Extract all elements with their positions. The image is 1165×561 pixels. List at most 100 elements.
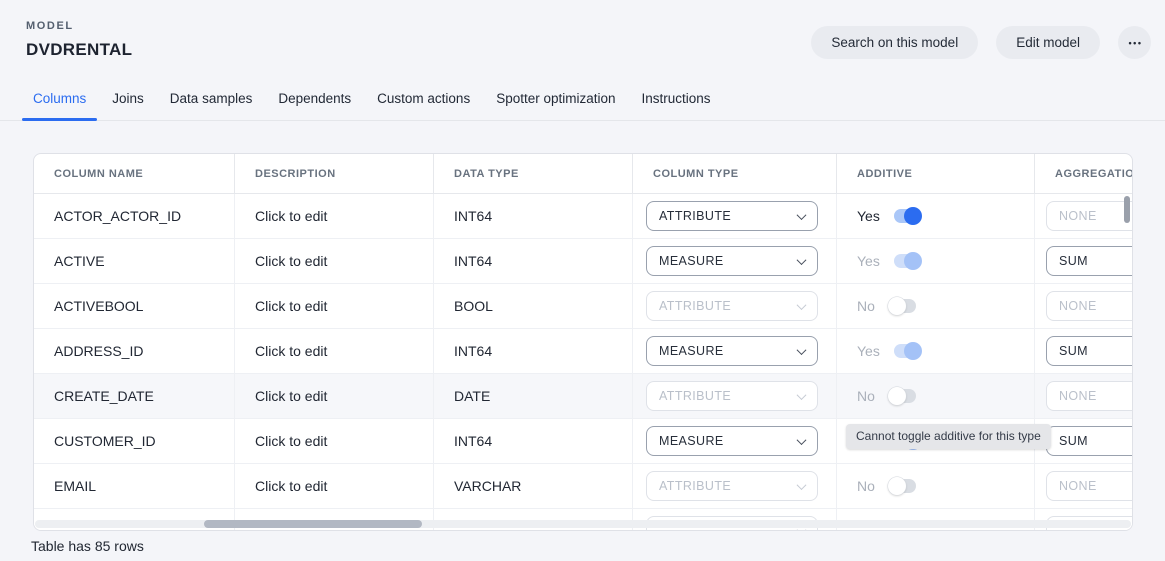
chevron-down-icon	[797, 255, 807, 265]
data-type: INT64	[454, 208, 492, 224]
toggle-knob	[888, 477, 906, 495]
ellipsis-icon: •••	[1129, 38, 1143, 48]
tab-joins[interactable]: Joins	[101, 84, 155, 120]
horizontal-scrollbar[interactable]	[35, 520, 1131, 528]
column-name: ACTIVEBOOL	[54, 298, 143, 314]
toggle-knob	[904, 252, 922, 270]
column-type-value: ATTRIBUTE	[659, 299, 731, 313]
column-name: EMAIL	[54, 478, 96, 494]
chevron-down-icon	[797, 435, 807, 445]
additive-label: Yes	[857, 208, 880, 224]
table-row: ACTOR_ACTOR_ID Click to edit INT64 ATTRIBUT…	[34, 194, 1133, 239]
additive-toggle	[889, 389, 916, 403]
additive-label: No	[857, 298, 875, 314]
description-editable[interactable]: Click to edit	[255, 343, 327, 359]
header-actions: Search on this model Edit model •••	[811, 26, 1151, 59]
column-name: ACTOR_ACTOR_ID	[54, 208, 181, 224]
column-header: ADDITIVE	[837, 154, 1035, 193]
edit-model-button[interactable]: Edit model	[996, 26, 1100, 59]
tab-spotter-optimization[interactable]: Spotter optimization	[485, 84, 626, 120]
description-editable[interactable]: Click to edit	[255, 388, 327, 404]
column-header: COLUMN TYPE	[633, 154, 837, 193]
page-title: DVDRENTAL	[26, 40, 132, 60]
additive-label: No	[857, 388, 875, 404]
horizontal-scrollbar-thumb[interactable]	[204, 520, 422, 528]
table-row: ACTIVEBOOL Click to edit BOOL ATTRIBUTE No NO…	[34, 284, 1133, 329]
column-name: CUSTOMER_ID	[54, 433, 156, 449]
chevron-down-icon	[797, 345, 807, 355]
aggregation-value: SUM	[1059, 254, 1088, 268]
additive-toggle	[889, 479, 916, 493]
additive-toggle	[889, 299, 916, 313]
column-type-value: ATTRIBUTE	[659, 209, 731, 223]
tab-data-samples[interactable]: Data samples	[159, 84, 264, 120]
column-name: ADDRESS_ID	[54, 343, 143, 359]
more-options-button[interactable]: •••	[1118, 26, 1151, 59]
description-editable[interactable]: Click to edit	[255, 298, 327, 314]
column-type-value: ATTRIBUTE	[659, 389, 731, 403]
table-row: EMAIL Click to edit VARCHAR ATTRIBUTE No NONE	[34, 464, 1133, 509]
aggregation-dropdown: NONE	[1046, 471, 1133, 501]
column-type-dropdown: ATTRIBUTE	[646, 291, 818, 321]
additive-tooltip: Cannot toggle additive for this type	[846, 424, 1051, 449]
tab-columns[interactable]: Columns	[22, 84, 97, 120]
column-header: COLUMN NAME	[34, 154, 235, 193]
tab-dependents[interactable]: Dependents	[267, 84, 362, 120]
aggregation-dropdown[interactable]: SUM	[1046, 336, 1133, 366]
column-type-dropdown[interactable]: MEASURE	[646, 246, 818, 276]
column-type-dropdown[interactable]: MEASURE	[646, 336, 818, 366]
column-header: DATA TYPE	[434, 154, 633, 193]
additive-toggle[interactable]	[894, 209, 921, 223]
aggregation-value: NONE	[1059, 299, 1097, 313]
aggregation-value: NONE	[1059, 479, 1097, 493]
chevron-down-icon	[797, 210, 807, 220]
table-row: CREATE_DATE Click to edit DATE ATTRIBUTE No N…	[34, 374, 1133, 419]
search-on-model-button[interactable]: Search on this model	[811, 26, 978, 59]
table-header-row: COLUMN NAMEDESCRIPTIONDATA TYPECOLUMN TY…	[34, 154, 1133, 194]
additive-label: Yes	[857, 253, 880, 269]
additive-toggle	[894, 254, 921, 268]
aggregation-dropdown: NONE	[1046, 291, 1133, 321]
toggle-knob	[888, 297, 906, 315]
description-editable[interactable]: Click to edit	[255, 478, 327, 494]
data-type: INT64	[454, 253, 492, 269]
data-type: DATE	[454, 388, 490, 404]
column-type-value: MEASURE	[659, 434, 724, 448]
column-type-dropdown[interactable]: MEASURE	[646, 426, 818, 456]
additive-label: No	[857, 478, 875, 494]
description-editable[interactable]: Click to edit	[255, 433, 327, 449]
description-editable[interactable]: Click to edit	[255, 208, 327, 224]
tab-bar: ColumnsJoinsData samplesDependentsCustom…	[0, 84, 1165, 121]
additive-toggle	[894, 344, 921, 358]
toggle-knob	[888, 387, 906, 405]
table-body: ACTOR_ACTOR_ID Click to edit INT64 ATTRIBUT…	[34, 194, 1132, 531]
column-type-value: MEASURE	[659, 254, 724, 268]
vertical-scrollbar-thumb[interactable]	[1124, 196, 1130, 223]
column-type-dropdown: ATTRIBUTE	[646, 381, 818, 411]
column-header: AGGREGATION	[1035, 154, 1133, 193]
column-name: ACTIVE	[54, 253, 105, 269]
description-editable[interactable]: Click to edit	[255, 253, 327, 269]
data-type: VARCHAR	[454, 478, 521, 494]
aggregation-value: NONE	[1059, 209, 1097, 223]
tab-custom-actions[interactable]: Custom actions	[366, 84, 481, 120]
aggregation-dropdown[interactable]: SUM	[1046, 426, 1133, 456]
data-type: INT64	[454, 433, 492, 449]
chevron-down-icon	[797, 390, 807, 400]
chevron-down-icon	[797, 300, 807, 310]
aggregation-value: NONE	[1059, 389, 1097, 403]
toggle-knob	[904, 207, 922, 225]
table-row: ADDRESS_IDClick to editINT64MEASUREYesSU…	[34, 329, 1133, 374]
model-page: MODEL DVDRENTAL Search on this model Edi…	[0, 0, 1165, 561]
data-type: BOOL	[454, 298, 493, 314]
aggregation-dropdown[interactable]: SUM	[1046, 246, 1133, 276]
column-type-value: MEASURE	[659, 344, 724, 358]
column-type-value: ATTRIBUTE	[659, 479, 731, 493]
chevron-down-icon	[797, 480, 807, 490]
aggregation-dropdown: NONE	[1046, 381, 1133, 411]
tab-instructions[interactable]: Instructions	[631, 84, 722, 120]
column-type-dropdown: ATTRIBUTE	[646, 471, 818, 501]
toggle-knob	[904, 342, 922, 360]
column-type-dropdown[interactable]: ATTRIBUTE	[646, 201, 818, 231]
column-name: CREATE_DATE	[54, 388, 154, 404]
